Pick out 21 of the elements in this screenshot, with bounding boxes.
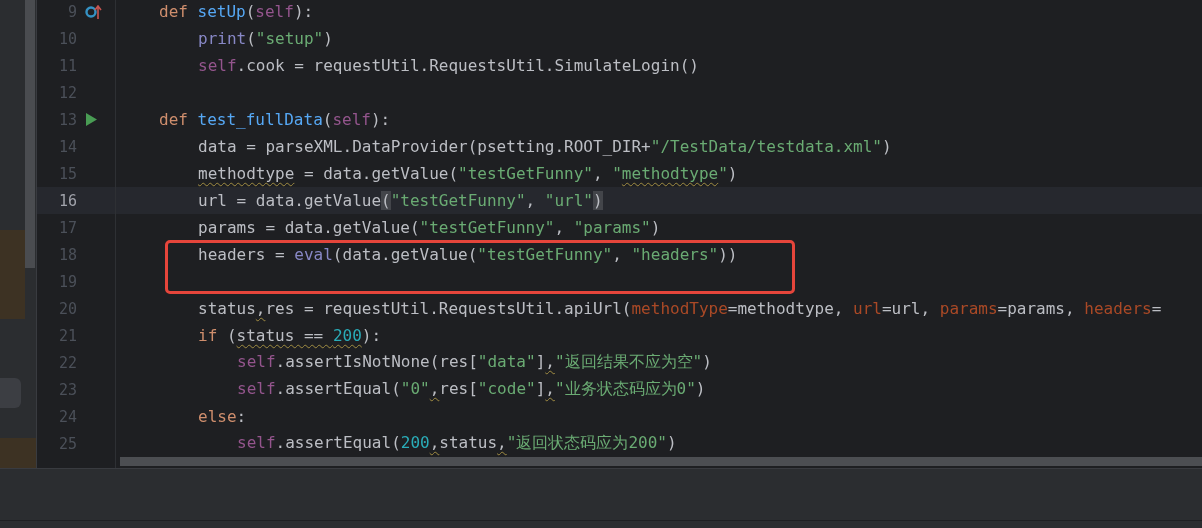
highlight-band <box>0 438 36 468</box>
code-line: def test_fullData(self): <box>159 110 391 129</box>
scrollbar-thumb[interactable] <box>25 0 35 268</box>
code-line: self.assertIsNotNone(res["data"],"返回结果不应为空") <box>237 352 712 373</box>
code-line: status,res = requestUtil.RequestsUtil.apiUrl(methodType=methodtype, url=url, params=params, headers= <box>198 299 1162 318</box>
code-line: def setUp(self): <box>159 2 314 21</box>
code-line: self.assertEqual("0",res["code"],"业务状态码应为0") <box>237 379 706 400</box>
code-line: data = parseXML.DataProvider(psetting.ROOT_DIR+"/TestData/testdata.xml") <box>198 137 892 156</box>
code-line: self.assertEqual(200,status,"返回状态码应为200") <box>237 433 677 454</box>
run-icon[interactable] <box>85 113 97 126</box>
code-line: print("setup") <box>198 29 333 48</box>
code-line: url = data.getValue("testGetFunny", "url") <box>198 191 603 210</box>
code-line: params = data.getValue("testGetFunny", "params") <box>198 218 661 237</box>
horizontal-scrollbar[interactable] <box>120 457 1202 466</box>
override-icon[interactable] <box>85 4 103 19</box>
code-line: headers = eval(data.getValue("testGetFunny", "headers")) <box>198 245 738 264</box>
code-line: self.cook = requestUtil.RequestsUtil.SimulateLogin() <box>198 56 699 75</box>
line-number: 16 <box>57 191 77 210</box>
code-line: if (status == 200): <box>198 326 382 345</box>
code-line: else: <box>198 407 247 426</box>
code-line: methodtype = data.getValue("testGetFunny", "methodtype") <box>198 164 738 183</box>
